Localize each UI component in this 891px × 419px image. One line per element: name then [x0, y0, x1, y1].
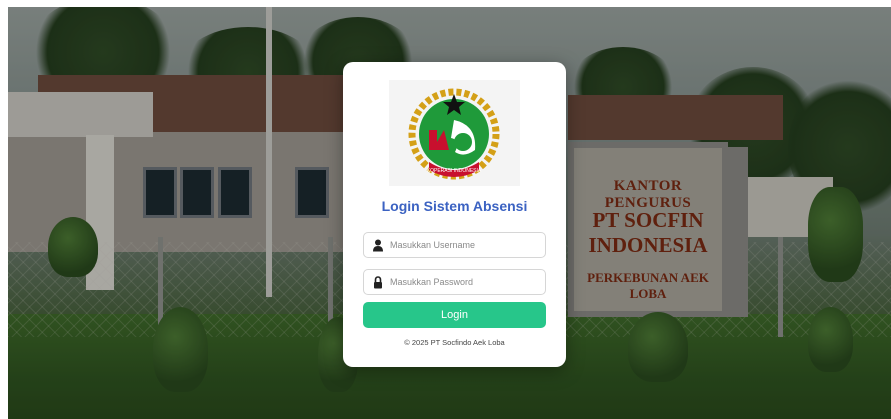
- koperasi-logo-icon: KOPERASI INDONESIA: [389, 80, 520, 186]
- password-field[interactable]: [363, 269, 546, 295]
- user-icon: [372, 239, 384, 252]
- svg-text:KOPERASI INDONESIA: KOPERASI INDONESIA: [427, 168, 482, 174]
- username-field[interactable]: [363, 232, 546, 258]
- lock-icon: [372, 276, 384, 289]
- page-title: Login Sistem Absensi: [381, 198, 528, 214]
- password-input[interactable]: [390, 272, 540, 292]
- login-button[interactable]: Login: [363, 302, 546, 328]
- copyright-footer: © 2025 PT Socfindo Aek Loba: [404, 338, 505, 347]
- login-card: KOPERASI INDONESIA Login Sistem Absensi …: [343, 62, 566, 367]
- username-input[interactable]: [390, 235, 540, 255]
